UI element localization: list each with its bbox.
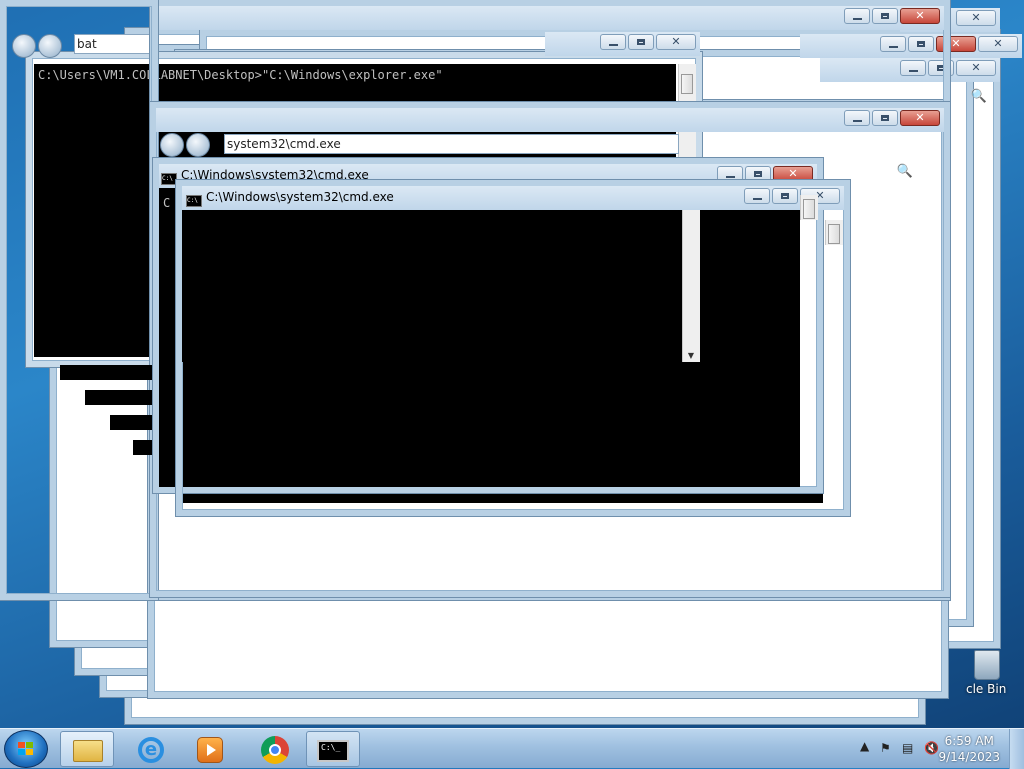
taskbar-chrome[interactable] [248,731,302,767]
system-tray: ▲ ⚑ ▤ 🔇 6:59 AM 9/14/2023 [834,729,1024,769]
volume-muted-icon[interactable]: 🔇 [924,741,939,755]
minimize-button[interactable] [844,110,870,126]
start-button[interactable] [4,730,48,768]
windows-logo-icon [18,742,34,756]
taskbar: e C:\_ ▲ ⚑ ▤ 🔇 6:59 AM 9/14/2023 [0,728,1024,769]
close-button[interactable]: ✕ [656,34,696,50]
clock-date: 9/14/2023 [938,750,1000,764]
recycle-bin-label: cle Bin [966,682,1007,696]
minimize-button[interactable] [600,34,626,50]
maximize-button[interactable] [628,34,654,50]
window-title: C:\Windows\system32\cmd.exe [206,190,394,204]
cmd-icon: C:\ [161,173,177,185]
cmd-icon: C:\ [186,195,202,207]
taskbar-ie[interactable]: e [124,731,178,767]
window-titlebar[interactable]: ✕ [156,108,944,132]
folder-icon [73,740,103,762]
address-bar[interactable]: system32\cmd.exe [224,134,679,154]
vertical-scrollbar[interactable] [800,195,818,220]
taskbar-media-player[interactable] [183,731,237,767]
minimize-button[interactable] [744,188,770,204]
vertical-scrollbar[interactable] [825,220,843,245]
clock[interactable]: 6:59 AM 9/14/2023 [938,733,1000,765]
chrome-icon [261,736,289,764]
window-frame[interactable] [0,0,158,600]
maximize-button[interactable] [872,110,898,126]
desktop: cle Bin ✕ ✕ ✕ ✕ 🔍 🔍 C:\Users\VM1.COLLABNE… [0,0,1024,728]
network-icon[interactable]: ▤ [902,741,913,755]
close-button[interactable]: ✕ [900,110,940,126]
maximize-button[interactable] [872,8,898,24]
scroll-thumb[interactable] [803,199,815,219]
scroll-thumb[interactable] [828,224,840,244]
close-button[interactable]: ✕ [978,36,1018,52]
back-button[interactable] [160,133,184,157]
close-button[interactable]: ✕ [900,8,940,24]
window-titlebar[interactable]: ✕ [545,32,700,56]
console-text: C [163,196,171,210]
media-player-icon [197,737,223,763]
show-desktop-button[interactable] [1009,729,1024,769]
close-button[interactable]: ✕ [956,60,996,76]
vertical-scrollbar[interactable]: ▼ [682,210,700,362]
recycle-bin-icon [974,650,1000,680]
close-button[interactable]: ✕ [956,10,996,26]
search-icon[interactable]: 🔍 [970,88,988,106]
recycle-bin[interactable]: cle Bin [966,650,1024,700]
forward-button[interactable] [186,133,210,157]
cmd-icon: C:\_ [317,740,349,762]
minimize-button[interactable] [844,8,870,24]
window-titlebar[interactable]: ✕ [156,6,944,30]
ie-icon: e [138,737,164,763]
console-output[interactable] [182,210,674,362]
clock-time: 6:59 AM [944,734,994,748]
taskbar-cmd[interactable]: C:\_ [306,731,360,767]
action-center-icon[interactable]: ⚑ [880,741,891,755]
taskbar-explorer[interactable] [60,731,114,767]
window-titlebar[interactable]: C:\ C:\Windows\system32\cmd.exe ✕ [182,186,844,210]
maximize-button[interactable] [772,188,798,204]
show-hidden-icons-arrow[interactable]: ▲ [860,739,869,753]
cmd-window[interactable]: C:\ C:\Windows\system32\cmd.exe ✕ ▼ [176,180,850,516]
